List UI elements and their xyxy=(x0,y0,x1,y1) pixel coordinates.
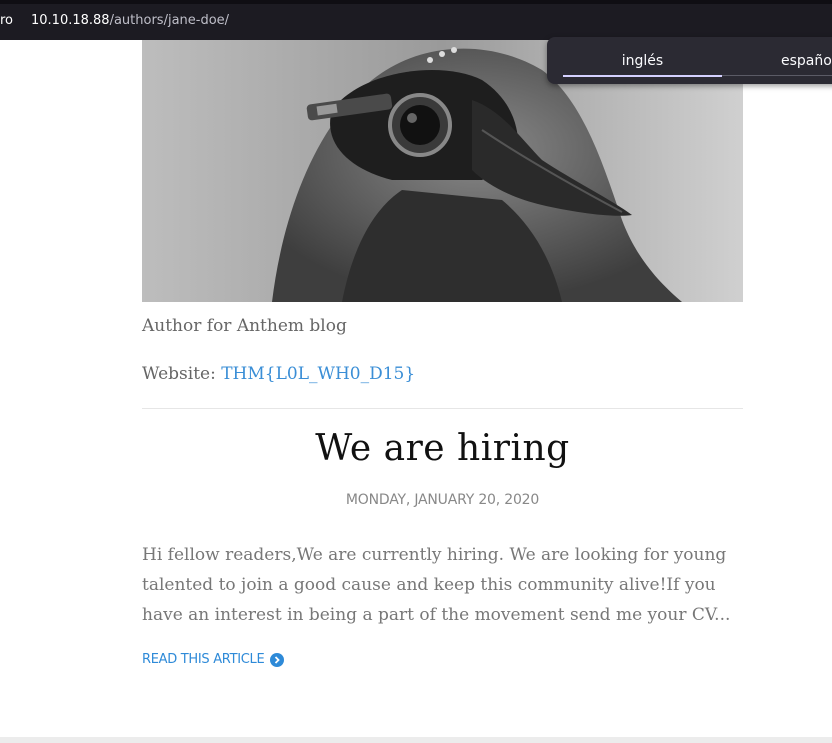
website-label: Website: xyxy=(142,364,216,384)
read-more-link[interactable]: READ THIS ARTICLE xyxy=(142,652,285,667)
tab-target-language[interactable]: españo xyxy=(781,53,832,69)
post-title[interactable]: We are hiring xyxy=(142,428,743,469)
tab-source-language[interactable]: inglés xyxy=(563,53,722,77)
url-bar-left-fragment: ro xyxy=(0,13,14,28)
read-more-label: READ THIS ARTICLE xyxy=(142,652,265,667)
post-excerpt: Hi fellow readers,We are currently hirin… xyxy=(142,545,731,625)
chevron-circle-right-icon xyxy=(270,652,285,667)
author-website: Website: THM{L0L_WH0_D15} xyxy=(142,364,415,384)
url-host: 10.10.18.88 xyxy=(31,13,110,28)
url-text[interactable]: 10.10.18.88/authors/jane-doe/ xyxy=(31,13,229,28)
post-date: MONDAY, JANUARY 20, 2020 xyxy=(345,492,540,508)
website-link[interactable]: THM{L0L_WH0_D15} xyxy=(221,364,415,384)
translation-popup: inglés españo xyxy=(547,37,832,84)
divider xyxy=(142,408,743,409)
author-bio: Author for Anthem blog xyxy=(142,316,347,336)
url-path: /authors/jane-doe/ xyxy=(109,13,230,28)
browser-url-bar[interactable]: ro 10.10.18.88/authors/jane-doe/ xyxy=(0,0,832,40)
page-bottom-strip xyxy=(0,737,832,743)
tab-underline xyxy=(722,75,832,76)
